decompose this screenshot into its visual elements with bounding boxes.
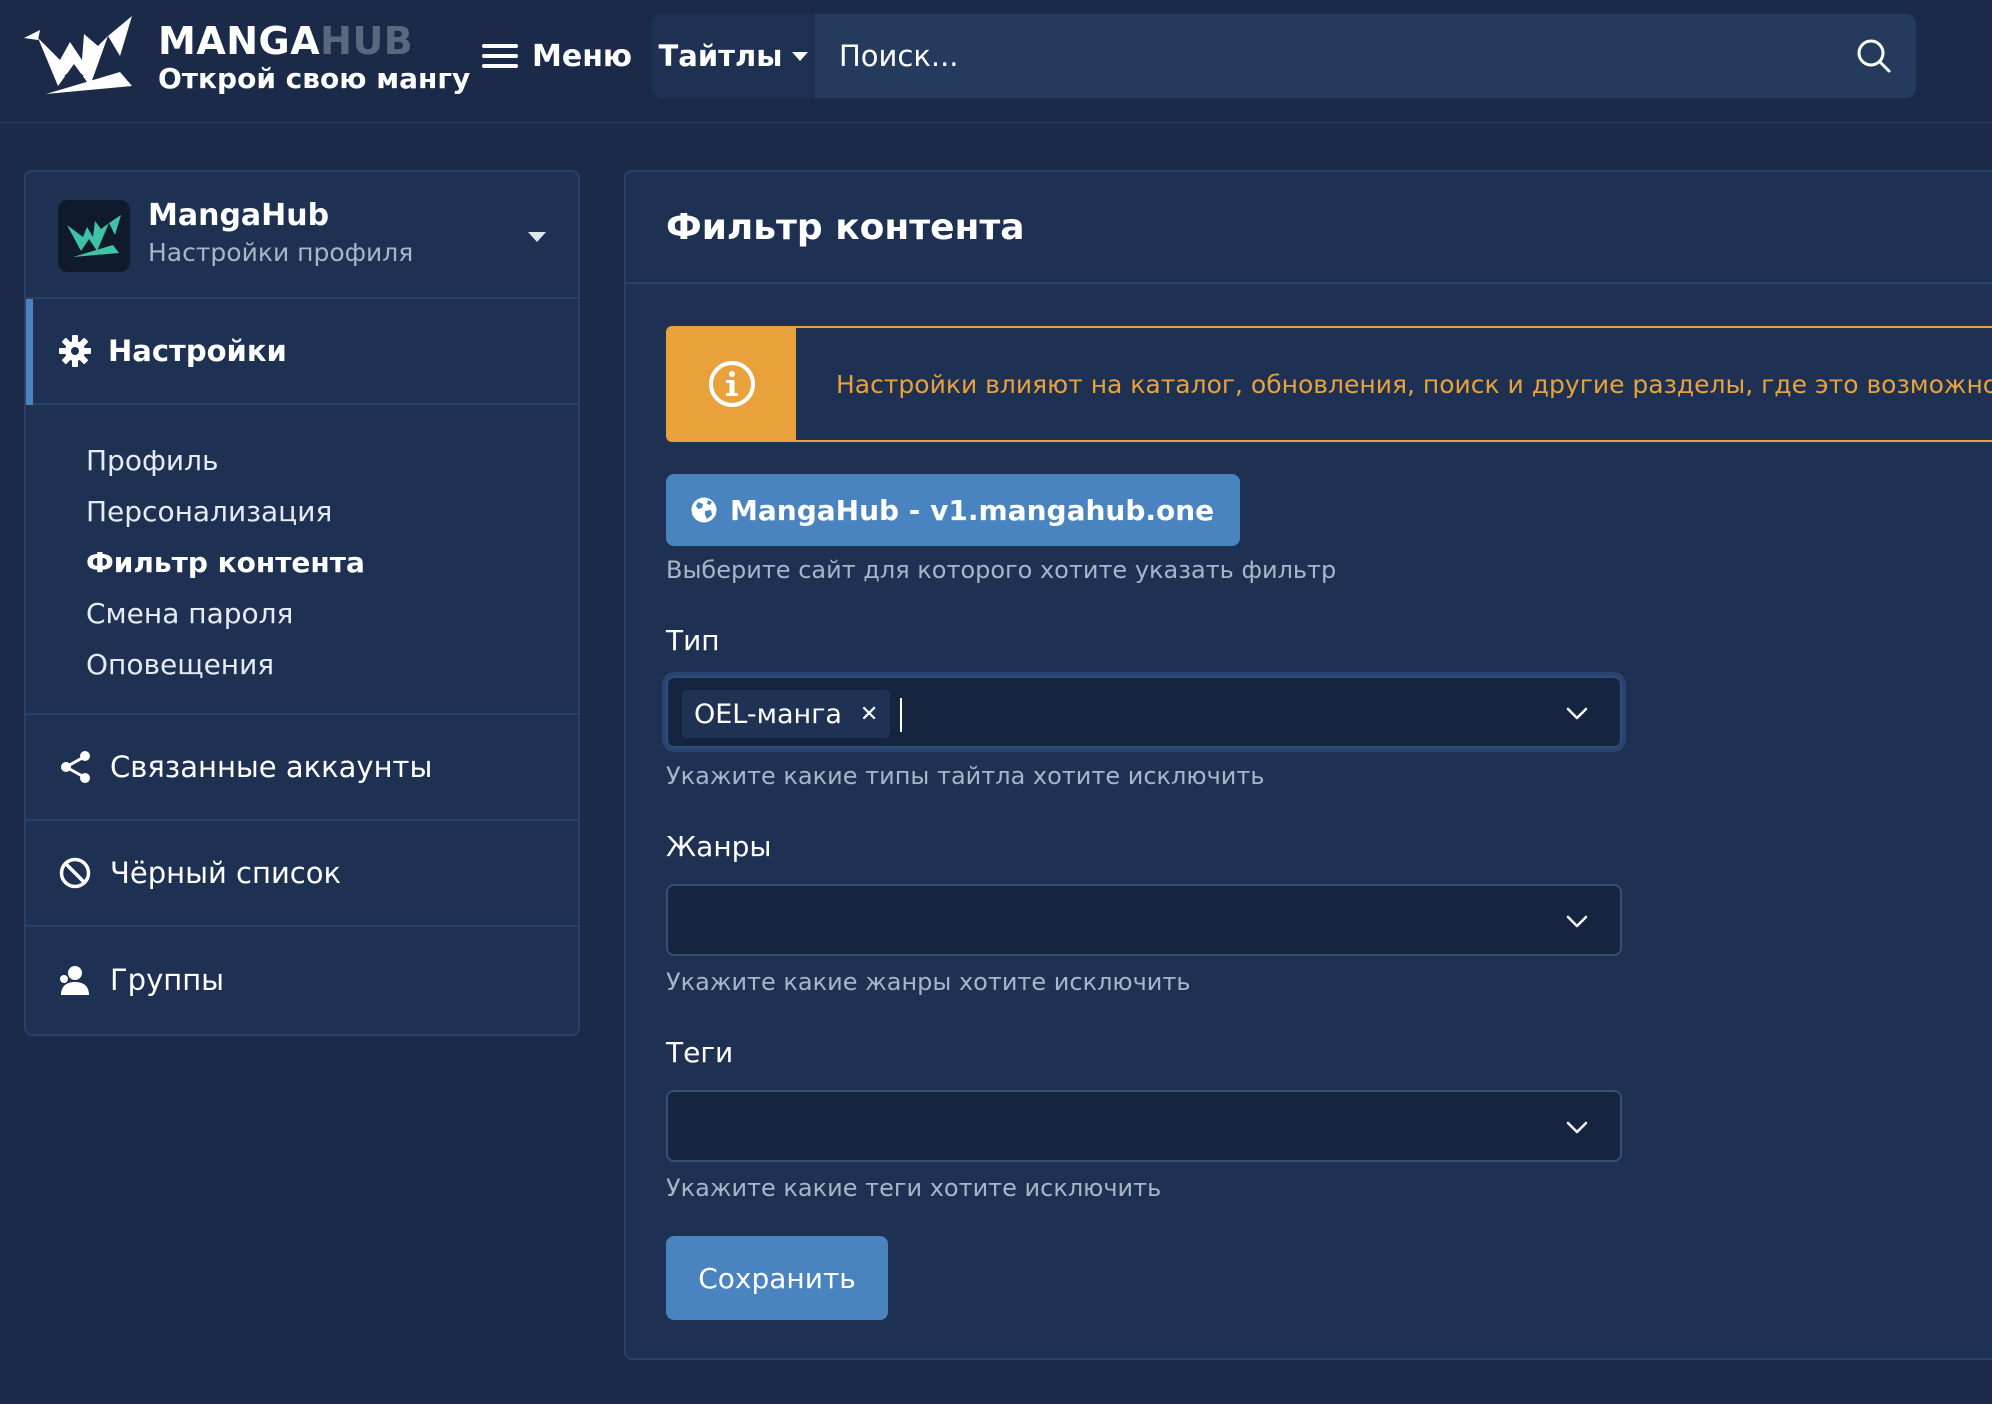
info-icon xyxy=(668,328,796,440)
subnav-notifications[interactable]: Оповещения xyxy=(86,639,578,690)
type-chip-label: OEL-манга xyxy=(694,698,842,730)
chevron-down-icon xyxy=(1566,707,1588,720)
type-select[interactable]: OEL-манга ✕ xyxy=(666,676,1622,748)
tags-label: Теги xyxy=(666,1036,734,1069)
text-cursor xyxy=(900,698,902,732)
nav-linked-accounts[interactable]: Связанные аккаунты xyxy=(26,715,578,821)
gear-icon xyxy=(59,335,91,367)
type-chip: OEL-манга ✕ xyxy=(682,690,891,738)
info-alert: Настройки влияют на каталог, обновления,… xyxy=(666,326,1992,442)
nav-groups-label: Группы xyxy=(110,963,225,997)
profile-subtitle: Настройки профиля xyxy=(148,238,414,267)
menu-button[interactable]: Меню xyxy=(482,32,632,80)
profile-switcher[interactable]: MangaHub Настройки профиля xyxy=(26,172,578,299)
panel-header: Фильтр контента xyxy=(626,172,1992,284)
subnav-profile[interactable]: Профиль xyxy=(86,435,578,486)
nav-linked-accounts-label: Связанные аккаунты xyxy=(110,750,433,784)
brand-tagline: Открой свою мангу xyxy=(158,62,471,95)
tags-help-text: Укажите какие теги хотите исключить xyxy=(666,1174,1162,1202)
subnav-personalization[interactable]: Персонализация xyxy=(86,486,578,537)
block-icon xyxy=(59,857,91,889)
caret-down-icon xyxy=(528,232,546,242)
alert-text: Настройки влияют на каталог, обновления,… xyxy=(836,369,1992,399)
nav-settings[interactable]: Настройки xyxy=(26,299,578,405)
share-icon xyxy=(61,751,90,783)
nav-blacklist[interactable]: Чёрный список xyxy=(26,821,578,927)
brand-manga: MANGA xyxy=(158,19,321,63)
site-select-button[interactable]: MangaHub - v1.mangahub.one xyxy=(666,474,1241,546)
caret-down-icon xyxy=(792,51,809,61)
type-help-text: Укажите какие типы тайтла хотите исключи… xyxy=(666,762,1265,790)
top-header: MANGAHUB Открой свою мангу Меню Тайтлы xyxy=(0,0,1992,123)
nav-blacklist-label: Чёрный список xyxy=(110,856,342,890)
brand-name[interactable]: MANGAHUB xyxy=(158,18,413,64)
tags-select[interactable] xyxy=(666,1090,1622,1162)
hamburger-icon xyxy=(482,43,520,69)
content-filter-panel: Фильтр контента Настройки влияют на ката… xyxy=(624,170,1992,1360)
save-button[interactable]: Сохранить xyxy=(666,1236,888,1320)
subnav-content-filter[interactable]: Фильтр контента xyxy=(86,537,578,588)
settings-sidebar: MangaHub Настройки профиля Настройки Про… xyxy=(24,170,580,1036)
subnav-change-password[interactable]: Смена пароля xyxy=(86,588,578,639)
search-input[interactable] xyxy=(815,14,1832,98)
search-category-label: Тайтлы xyxy=(658,39,783,73)
genres-label: Жанры xyxy=(666,830,772,863)
chevron-down-icon xyxy=(1566,915,1588,928)
users-icon xyxy=(60,966,89,995)
genres-help-text: Укажите какие жанры хотите исключить xyxy=(666,968,1191,996)
site-select-label: MangaHub - v1.mangahub.one xyxy=(730,493,1215,527)
avatar xyxy=(58,200,130,272)
settings-subnav: Профиль Персонализация Фильтр контента С… xyxy=(26,405,578,715)
globe-icon xyxy=(691,497,717,523)
menu-label: Меню xyxy=(532,38,633,74)
profile-name: MangaHub xyxy=(148,198,330,233)
search-category-dropdown[interactable]: Тайтлы xyxy=(652,14,815,98)
nav-settings-label: Настройки xyxy=(108,334,287,368)
page-title: Фильтр контента xyxy=(666,206,1025,248)
search-icon[interactable] xyxy=(1832,14,1916,98)
brand-hub: HUB xyxy=(320,19,414,63)
site-help-text: Выберите сайт для которого хотите указат… xyxy=(666,556,1337,584)
close-icon[interactable]: ✕ xyxy=(860,702,878,727)
nav-groups[interactable]: Группы xyxy=(26,927,578,1033)
chevron-down-icon xyxy=(1566,1121,1588,1134)
logo-crane-icon[interactable] xyxy=(24,16,140,94)
genres-select[interactable] xyxy=(666,884,1622,956)
type-label: Тип xyxy=(666,624,720,657)
search-bar: Тайтлы xyxy=(652,14,1916,98)
